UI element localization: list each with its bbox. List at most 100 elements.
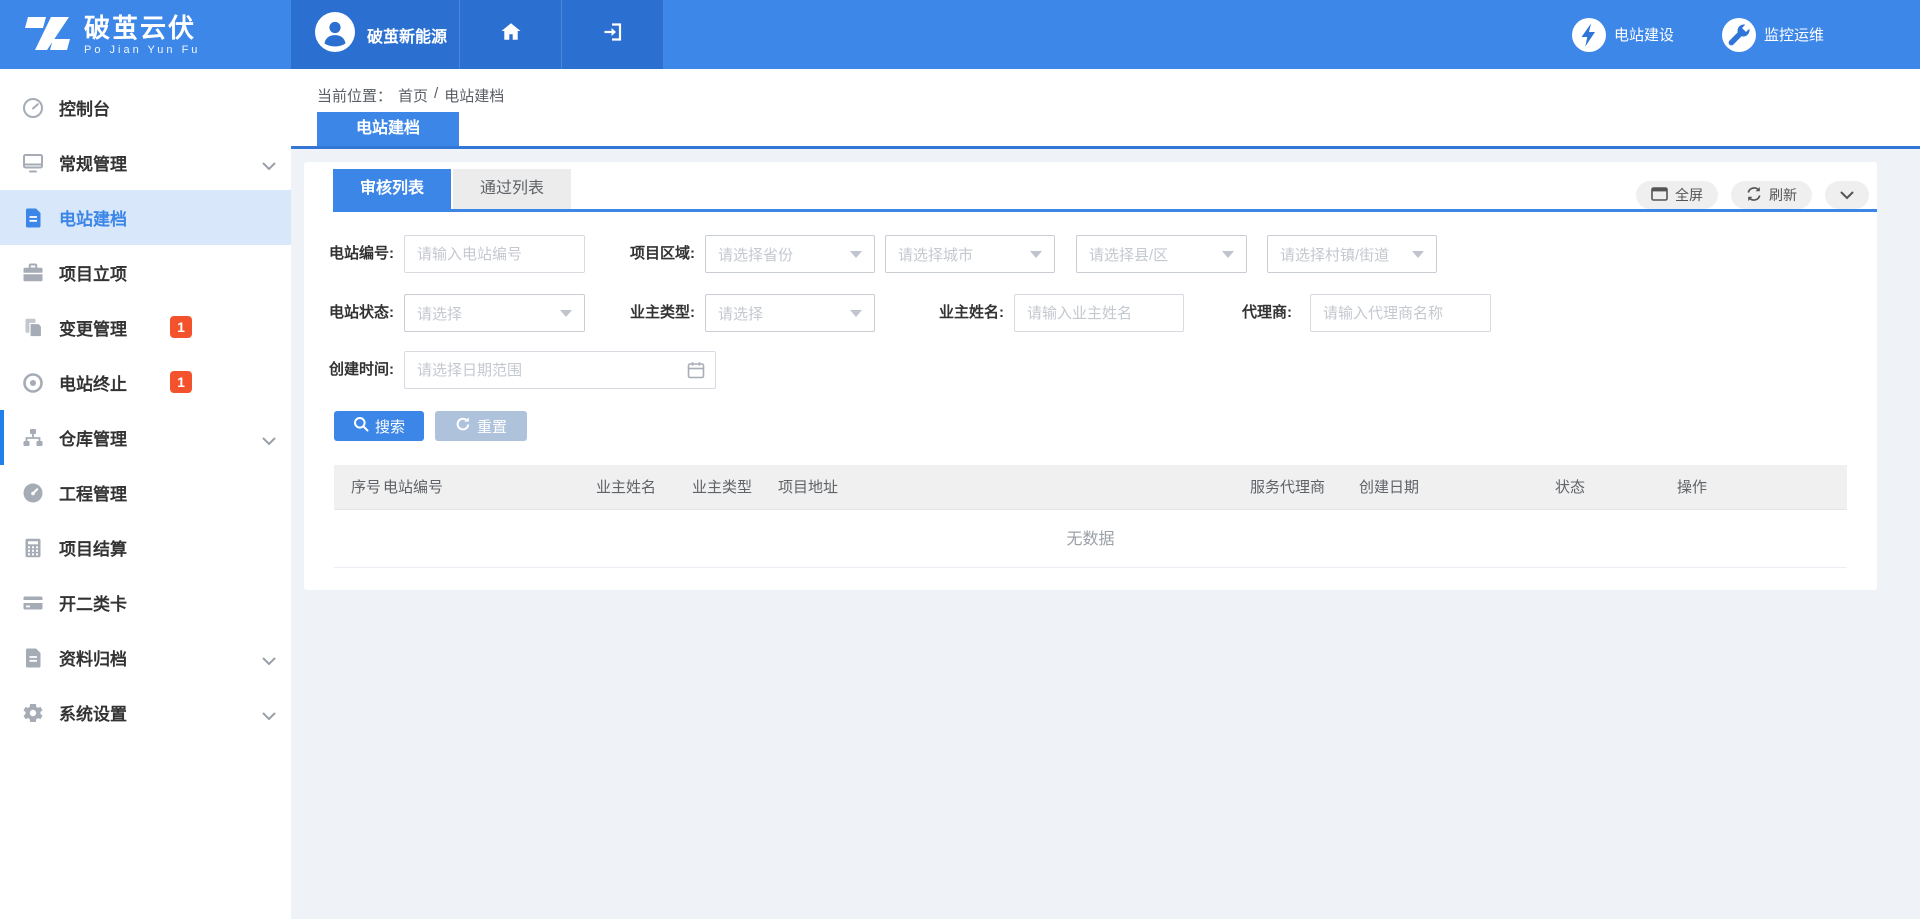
refresh-label: 刷新 [1769,185,1797,205]
owner-name-input[interactable] [1014,294,1184,332]
sidebar-item-label: 资料归档 [59,645,127,670]
sidebar-item-label: 仓库管理 [59,425,127,450]
refresh-icon [1746,186,1762,205]
gear-icon [20,700,46,726]
search-label: 搜索 [375,416,405,437]
home-button[interactable] [460,0,562,69]
station-no-input[interactable] [404,235,585,273]
owner-name-label: 业主姓名: [934,294,1004,332]
caret-down-icon [1030,251,1042,258]
table-empty-state: 无数据 [334,511,1847,568]
sidebar-item-station-termination[interactable]: 电站终止 1 [0,355,291,410]
login-arrow-icon [601,20,625,49]
collapse-filter-button[interactable] [1825,181,1869,209]
briefcase-icon [20,260,46,286]
monitor-icon [20,150,46,176]
home-icon [499,20,523,49]
calculator-icon [20,535,46,561]
sidebar-item-data-archive[interactable]: 资料归档 [0,630,291,685]
caret-down-icon [850,310,862,317]
sidebar-item-project-settlement[interactable]: 项目结算 [0,520,291,575]
region-label: 项目区域: [625,235,695,273]
station-status-label: 电站状态: [324,294,394,332]
nav-station-construction[interactable]: 电站建设 [1572,18,1674,52]
nav-label: 监控运维 [1764,24,1824,45]
refresh-button[interactable]: 刷新 [1731,181,1812,209]
chevron-down-icon [262,653,276,671]
sidebar-item-station-filing[interactable]: 电站建档 [0,190,291,245]
sidebar-item-change-management[interactable]: 变更管理 1 [0,300,291,355]
caret-down-icon [1222,251,1234,258]
station-status-select[interactable]: 请选择 [404,294,585,332]
province-select[interactable]: 请选择省份 [705,235,875,273]
column-seq: 序号 [351,465,381,510]
page-tab-station-filing[interactable]: 电站建档 [317,112,459,146]
agent-input[interactable] [1310,294,1491,332]
fullscreen-button[interactable]: 全屏 [1636,181,1718,209]
chevron-down-icon [262,708,276,726]
reset-label: 重置 [477,416,507,437]
search-button[interactable]: 搜索 [334,411,424,441]
panel-toolbar: 全屏 刷新 [1636,181,1869,209]
sidebar-item-type2-card[interactable]: 开二类卡 [0,575,291,630]
column-actions: 操作 [1677,465,1707,510]
sidebar-item-warehouse-management[interactable]: 仓库管理 [0,410,291,465]
sidebar-item-label: 电站建档 [59,205,127,230]
record-circle-icon [20,370,46,396]
chevron-down-icon [262,433,276,451]
sidebar-item-system-settings[interactable]: 系统设置 [0,685,291,740]
calendar-icon [687,361,705,384]
sidebar-item-project-initiation[interactable]: 项目立项 [0,245,291,300]
tab-passed-list[interactable]: 通过列表 [453,169,571,209]
breadcrumb-home-link[interactable]: 首页 [398,85,428,106]
column-service-agent: 服务代理商 [1250,465,1325,510]
sidebar-item-console[interactable]: 控制台 [0,80,291,135]
reset-button[interactable]: 重置 [435,411,527,441]
user-avatar-icon [315,12,355,57]
header-nav: 电站建设 监控运维 [664,0,1920,69]
column-owner-name: 业主姓名 [596,465,656,510]
owner-type-select[interactable]: 请选择 [705,294,875,332]
sidebar-item-label: 电站终止 [59,370,127,395]
caret-down-icon [850,251,862,258]
station-no-label: 电站编号: [324,235,394,273]
sidebar-item-label: 系统设置 [59,700,127,725]
county-select[interactable]: 请选择县/区 [1076,235,1247,273]
fullscreen-icon [1651,187,1668,204]
wrench-icon [1722,18,1756,52]
app-window: 破茧云伏 Po Jian Yun Fu 破茧新能源 [0,0,1920,919]
breadcrumb-prefix: 当前位置： [317,85,392,106]
chevron-down-icon [1840,187,1854,203]
badge-count: 1 [170,371,192,393]
user-menu[interactable]: 破茧新能源 [291,0,460,69]
column-station-no: 电站编号 [383,465,443,510]
date-range-input[interactable] [404,351,716,389]
nav-label: 电站建设 [1614,24,1674,45]
owner-type-label: 业主类型: [625,294,695,332]
nav-monitoring-ops[interactable]: 监控运维 [1722,18,1824,52]
sidebar-item-label: 常规管理 [59,150,127,175]
agent-label: 代理商: [1220,294,1292,332]
tab-review-list[interactable]: 审核列表 [333,169,451,209]
column-created-date: 创建日期 [1359,465,1419,510]
bank-card-icon [20,590,46,616]
breadcrumb-separator: / [434,85,438,106]
town-select[interactable]: 请选择村镇/街道 [1267,235,1437,273]
sidebar-item-engineering-management[interactable]: 工程管理 [0,465,291,520]
fullscreen-label: 全屏 [1675,185,1703,205]
badge-count: 1 [170,316,192,338]
city-placeholder: 请选择城市 [898,244,1030,265]
gauge-icon [20,480,46,506]
status-placeholder: 请选择 [417,303,560,324]
sidebar-item-general-management[interactable]: 常规管理 [0,135,291,190]
main-content: 当前位置： 首页 / 电站建档 电站建档 审核列表 通过列表 [291,69,1920,919]
province-placeholder: 请选择省份 [718,244,850,265]
column-project-address: 项目地址 [778,465,838,510]
breadcrumb-bar: 当前位置： 首页 / 电站建档 电站建档 [291,69,1920,149]
breadcrumb: 当前位置： 首页 / 电站建档 [317,85,504,106]
caret-down-icon [560,310,572,317]
town-placeholder: 请选择村镇/街道 [1280,244,1412,265]
login-button[interactable] [562,0,664,69]
sitemap-icon [20,425,46,451]
city-select[interactable]: 请选择城市 [885,235,1055,273]
